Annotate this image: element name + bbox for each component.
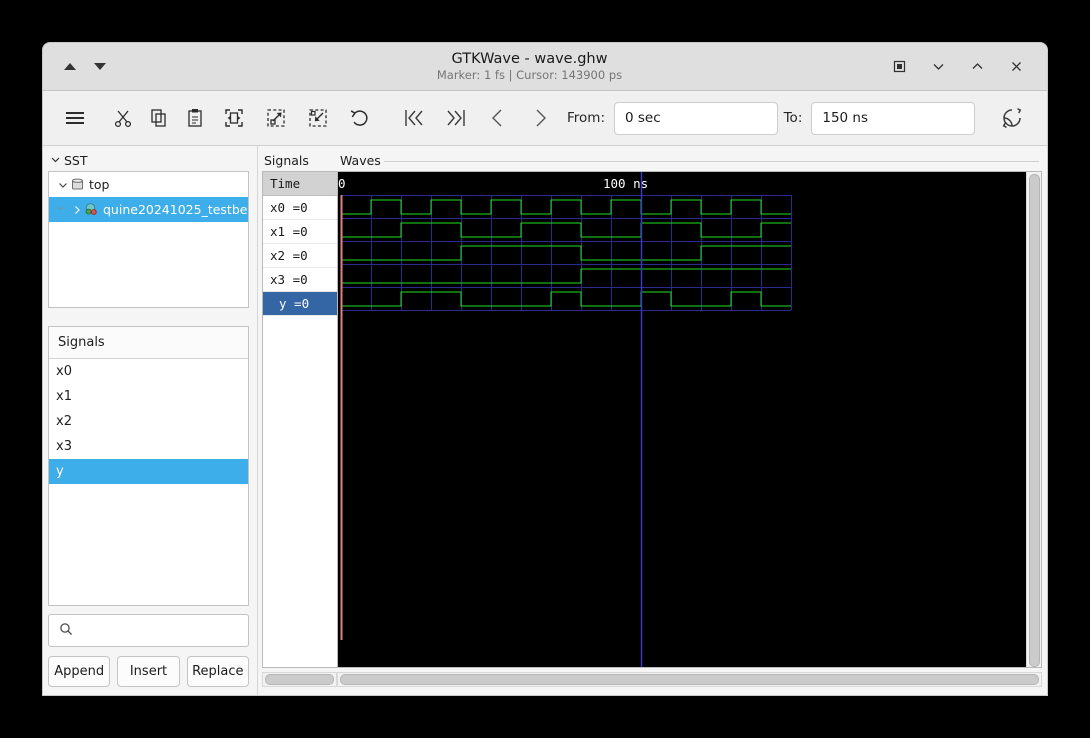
chevron-down-icon[interactable] [50,153,61,168]
waveform-svg: 0 100 ns [338,172,1024,667]
hamburger-menu-icon[interactable] [57,100,93,136]
titlebar: GTKWave - wave.ghw Marker: 1 fs | Cursor… [43,43,1047,91]
screen: GTKWave - wave.ghw Marker: 1 fs | Cursor… [0,0,1090,738]
prev-edge-icon[interactable] [477,100,519,136]
application-window: GTKWave - wave.ghw Marker: 1 fs | Cursor… [43,43,1047,695]
search-box[interactable] [48,614,249,647]
list-item-label: y [56,464,64,479]
window-subtitle: Marker: 1 fs | Cursor: 143900 ps [436,68,623,83]
signals-list-body[interactable]: x0 x1 x2 x3 y [49,359,248,605]
left-pane: SST top ⌐ quine20241025_testben Signals … [43,146,253,695]
right-pane: Signals Time x0 =0 x1 =0 x2 =0 x3 =0 y =… [262,146,1047,695]
list-item-label: x0 [56,364,72,379]
from-input[interactable]: 0 sec [614,101,778,135]
wave-area: Signals Time x0 =0 x1 =0 x2 =0 x3 =0 y =… [262,152,1042,687]
chevron-up-icon[interactable] [968,58,986,76]
waveform-canvas[interactable]: 0 100 ns [338,172,1026,667]
zoom-in-icon[interactable] [255,100,297,136]
tree-item-top[interactable]: top [49,172,248,197]
tree-item-quine-testbench-label: quine20241025_testben [103,202,248,217]
sst-label-text: SST [64,153,88,168]
close-icon[interactable] [1007,58,1025,76]
waves-label-rule [384,161,1039,162]
scrollbar-thumb[interactable] [1028,174,1040,667]
next-edge-icon[interactable] [519,100,561,136]
chevron-down-icon[interactable] [929,58,947,76]
waves-column: Waves 0 100 ns [337,152,1042,687]
copy-icon[interactable] [141,100,177,136]
wave-name-label: y =0 [279,296,310,311]
undo-icon[interactable] [339,100,381,136]
waves-vertical-scrollbar[interactable] [1026,172,1041,667]
tree-item-top-label: top [89,177,110,192]
scrollbar-thumb[interactable] [265,674,334,685]
replace-button[interactable]: Replace [186,656,249,687]
wave-name-row[interactable]: x3 =0 [263,268,337,292]
list-item-label: x2 [56,414,72,429]
names-horizontal-scrollbar[interactable] [262,672,337,687]
wave-name-label: x2 =0 [270,248,308,263]
wave-name-row[interactable]: x1 =0 [263,220,337,244]
titlebar-window-controls [875,58,1047,76]
reload-icon[interactable] [991,100,1033,136]
tree-indent-guide: ⌐ [57,204,67,215]
titlebar-left-controls [43,63,184,70]
scrollbar-thumb[interactable] [340,674,1039,685]
scissors-cut-icon[interactable] [105,100,141,136]
list-item[interactable]: x3 [49,434,248,459]
triangle-up-icon[interactable] [64,63,76,70]
goto-start-icon[interactable] [393,100,435,136]
goto-end-icon[interactable] [435,100,477,136]
list-item-selected[interactable]: y [49,459,248,484]
sst-frame-label: SST [48,152,249,171]
fullscreen-icon[interactable] [890,58,908,76]
waves-horizontal-scrollbar[interactable] [337,672,1042,687]
wave-name-label: x1 =0 [270,224,308,239]
clipboard-paste-icon[interactable] [177,100,213,136]
to-input[interactable]: 150 ns [811,101,975,135]
append-button[interactable]: Append [48,656,111,687]
search-input[interactable] [81,622,238,639]
testbench-module-icon [84,202,99,217]
wave-name-label: x3 =0 [270,272,308,287]
sst-tree[interactable]: top ⌐ quine20241025_testben [48,171,249,308]
chevron-down-icon[interactable] [55,180,70,190]
waves-label-row: Waves [337,152,1042,171]
from-label: From: [567,110,605,126]
signal-names-list[interactable]: Time x0 =0 x1 =0 x2 =0 x3 =0 y =0 [262,171,337,668]
window-body: SST top ⌐ quine20241025_testben Signals … [43,146,1047,695]
list-item-label: x1 [56,389,72,404]
list-item-label: x3 [56,439,72,454]
module-box-icon [70,177,85,192]
to-label: To: [783,110,803,126]
waves-canvas-frame: 0 100 ns [337,171,1042,668]
wave-name-row-selected[interactable]: y =0 [263,292,337,316]
zoom-fit-icon[interactable] [213,100,255,136]
titlebar-center: GTKWave - wave.ghw Marker: 1 fs | Cursor… [184,51,875,82]
window-title: GTKWave - wave.ghw [451,50,608,67]
tree-item-quine-testbench[interactable]: ⌐ quine20241025_testben [49,197,248,222]
pane-splitter[interactable] [253,146,262,695]
svg-text:0: 0 [338,176,346,191]
insert-button[interactable]: Insert [117,656,180,687]
list-item[interactable]: x2 [49,409,248,434]
chevron-right-icon[interactable] [69,205,84,215]
list-item[interactable]: x1 [49,384,248,409]
signal-names-label: Signals [264,153,309,168]
wave-name-row[interactable]: x0 =0 [263,196,337,220]
signal-names-column: Signals Time x0 =0 x1 =0 x2 =0 x3 =0 y =… [262,152,337,687]
action-button-row: Append Insert Replace [48,656,249,687]
signals-list-panel: Signals x0 x1 x2 x3 y [48,326,249,606]
search-icon [59,621,73,640]
triangle-down-icon[interactable] [94,63,106,70]
wave-name-row[interactable]: x2 =0 [263,244,337,268]
list-item[interactable]: x0 [49,359,248,384]
signals-list-header: Signals [49,327,248,359]
names-filler [263,316,337,667]
zoom-out-icon[interactable] [297,100,339,136]
toolbar: From: 0 sec To: 150 ns [43,91,1047,146]
waves-label: Waves [340,153,381,168]
wave-name-label: x0 =0 [270,200,308,215]
time-header: Time [263,172,337,196]
